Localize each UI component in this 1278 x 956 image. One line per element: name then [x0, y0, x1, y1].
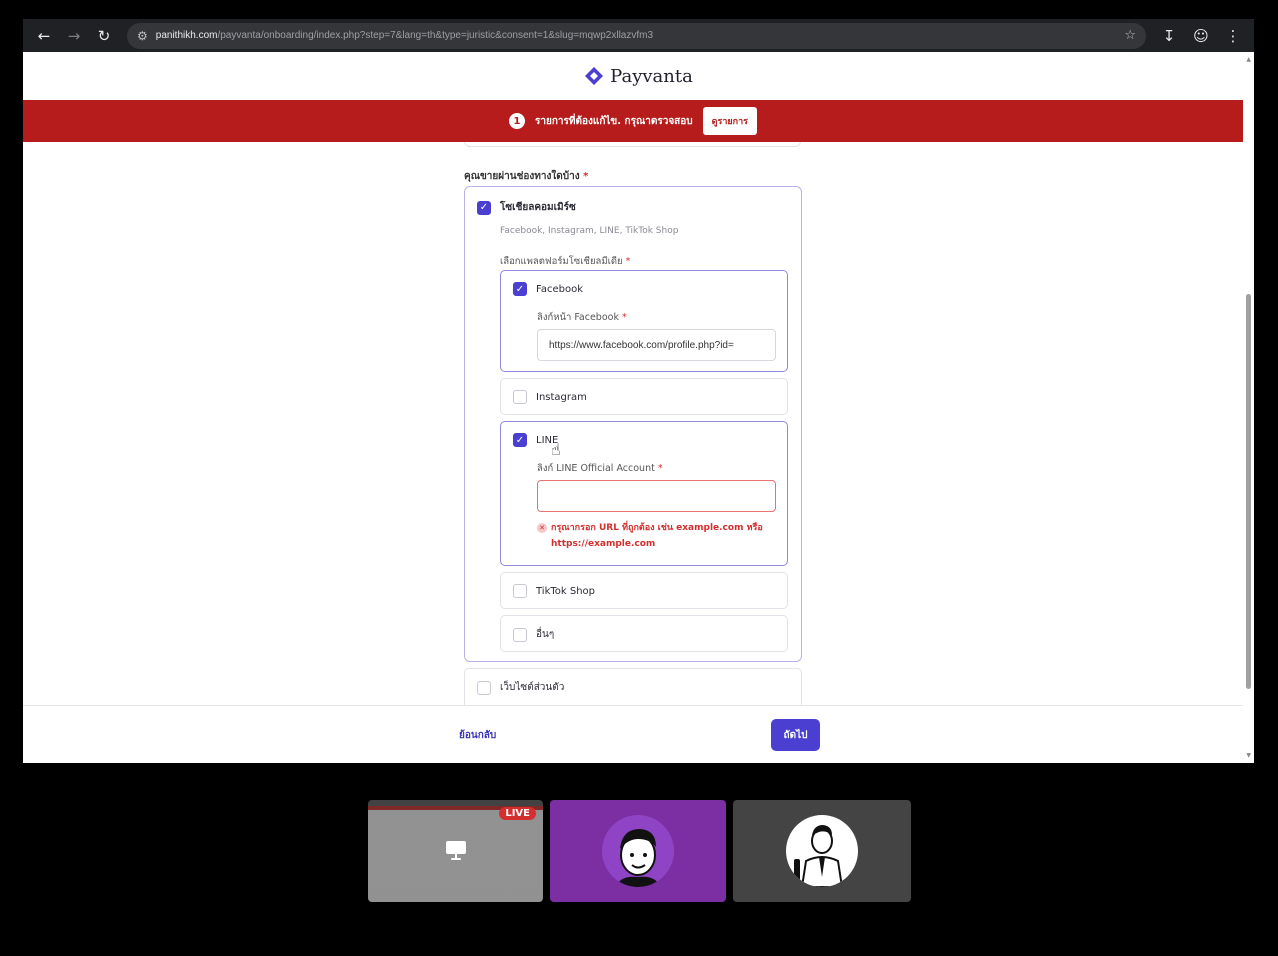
previous-card-edge [464, 142, 801, 147]
cartoon-businessman-icon [794, 825, 844, 887]
form-scroll-area[interactable]: คุณขายผ่านช่องทางใดบ้าง * ✓ โซเชียลคอมเม… [23, 142, 1243, 705]
brand-header: Payvanta [23, 52, 1254, 100]
web-page: Payvanta 1 รายการที่ต้องแก้ไข. กรุณาตรวจ… [23, 52, 1254, 763]
error-alert-bar: 1 รายการที่ต้องแก้ไข. กรุณาตรวจสอบ ดูราย… [23, 100, 1243, 142]
social-commerce-option[interactable]: ✓ โซเชียลคอมเมิร์ซ [477, 200, 576, 215]
social-commerce-hint: Facebook, Instagram, LINE, TikTok Shop [500, 226, 679, 236]
participant-tile-2[interactable] [733, 800, 911, 902]
address-bar[interactable]: ⚙ panithikh.com/payvanta/onboarding/inde… [127, 22, 1146, 49]
tiktok-checkbox[interactable] [513, 584, 527, 598]
sales-channel-question: คุณขายผ่านช่องทางใดบ้าง * [464, 171, 589, 182]
live-badge: LIVE [499, 807, 536, 820]
form-footer: ย้อนกลับ ถัดไป [23, 705, 1243, 763]
cartoon-man-icon [616, 829, 660, 887]
other-checkbox[interactable] [513, 627, 527, 642]
tiktok-option[interactable]: TikTok Shop [513, 584, 595, 598]
back-arrow-icon[interactable]: ← [31, 23, 57, 49]
payvanta-logo-icon [584, 66, 604, 86]
other-option[interactable]: อื่นๆ [513, 627, 554, 642]
page-scrollbar[interactable]: ▲ ▼ [1244, 52, 1252, 763]
facebook-link-label: ลิงก์หน้า Facebook * [537, 312, 627, 323]
menu-kebab-icon[interactable]: ⋮ [1220, 23, 1246, 49]
scroll-down-icon[interactable]: ▼ [1246, 752, 1251, 759]
line-link-input[interactable] [537, 480, 776, 512]
browser-window: ← → ↻ ⚙ panithikh.com/payvanta/onboardin… [23, 19, 1254, 763]
line-link-error: ✕ กรุณากรอก URL ที่ถูกต้อง เช่น example.c… [537, 520, 767, 552]
back-button[interactable]: ย้อนกลับ [459, 728, 496, 743]
browser-toolbar: ← → ↻ ⚙ panithikh.com/payvanta/onboardin… [23, 19, 1254, 52]
facebook-option[interactable]: ✓ Facebook [513, 282, 583, 296]
screen-share-tile[interactable]: LIVE [368, 800, 543, 902]
alert-message: รายการที่ต้องแก้ไข. กรุณาตรวจสอบ [535, 115, 693, 127]
bookmark-star-icon[interactable]: ☆ [1124, 28, 1136, 43]
next-button[interactable]: ถัดไป [771, 719, 820, 751]
alert-count-badge: 1 [509, 113, 526, 129]
url-text[interactable]: panithikh.com/payvanta/onboarding/index.… [156, 30, 1117, 41]
participant-tile-1[interactable] [550, 800, 726, 902]
line-checkbox[interactable]: ✓ [513, 433, 527, 447]
forward-arrow-icon[interactable]: → [61, 23, 87, 49]
reload-icon[interactable]: ↻ [91, 23, 117, 49]
scroll-up-icon[interactable]: ▲ [1246, 56, 1251, 63]
platform-select-label: เลือกแพลตฟอร์มโซเชียลมีเดีย * [500, 256, 631, 267]
facebook-checkbox[interactable]: ✓ [513, 282, 527, 296]
line-link-label: ลิงก์ LINE Official Account * [537, 463, 663, 474]
instagram-option[interactable]: Instagram [513, 390, 587, 404]
website-option[interactable]: เว็บไซต์ส่วนตัว [477, 680, 564, 695]
profile-icon[interactable]: ☺ [1188, 23, 1214, 49]
website-checkbox[interactable] [477, 680, 491, 695]
participant-avatar-2 [786, 815, 858, 887]
scroll-thumb[interactable] [1246, 294, 1251, 689]
view-issues-button[interactable]: ดูรายการ [702, 107, 757, 135]
instagram-checkbox[interactable] [513, 390, 527, 404]
social-commerce-checkbox[interactable]: ✓ [477, 200, 491, 215]
participant-avatar-1 [602, 815, 674, 887]
mouse-pointer-icon: ☝ [551, 440, 561, 459]
brand-name: Payvanta [610, 65, 693, 87]
download-icon[interactable]: ↧ [1156, 23, 1182, 49]
facebook-link-input[interactable]: https://www.facebook.com/profile.php?id= [537, 329, 776, 361]
presentation-icon [446, 841, 466, 860]
error-icon: ✕ [537, 523, 547, 533]
site-settings-icon[interactable]: ⚙ [137, 29, 148, 43]
